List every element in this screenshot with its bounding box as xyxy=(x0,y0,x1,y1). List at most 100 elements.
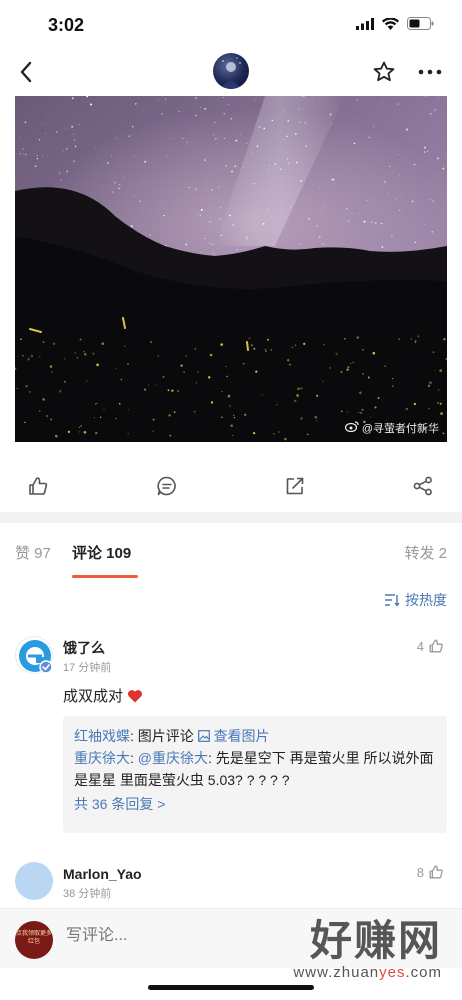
star-dot xyxy=(246,236,248,239)
star-dot xyxy=(414,241,417,244)
author-avatar[interactable] xyxy=(213,53,249,89)
star-dot xyxy=(432,200,434,202)
star-dot xyxy=(287,162,290,165)
favorite-button[interactable] xyxy=(368,56,400,88)
firefly-dot xyxy=(300,417,303,420)
view-image-link[interactable]: 查看图片 xyxy=(197,728,270,744)
sort-button[interactable]: 按热度 xyxy=(384,590,447,610)
star-dot xyxy=(19,153,21,155)
star-dot xyxy=(399,209,401,211)
tab-likes[interactable]: 赞 97 xyxy=(15,542,51,563)
post-image[interactable]: @寻萤者付新华 xyxy=(15,96,447,442)
star-dot xyxy=(262,222,265,225)
comment-author[interactable]: Marlon_Yao xyxy=(63,866,142,882)
star-dot xyxy=(231,170,233,173)
star-dot xyxy=(287,119,290,122)
like-button[interactable] xyxy=(24,472,52,500)
tab-reposts[interactable]: 转发 2 xyxy=(404,542,447,563)
more-replies-link[interactable]: 共 36 条回复 > xyxy=(74,793,436,815)
avatar[interactable] xyxy=(15,636,53,674)
more-button[interactable] xyxy=(414,56,446,88)
repost-icon xyxy=(286,477,304,495)
comment-input[interactable] xyxy=(66,927,236,945)
star-dot xyxy=(100,185,103,187)
firefly-dot xyxy=(410,338,413,340)
star-dot xyxy=(204,107,207,110)
repost-button[interactable] xyxy=(281,472,309,500)
firefly-dot xyxy=(171,389,174,392)
star-dot xyxy=(413,163,416,166)
firefly-dot xyxy=(296,394,299,397)
reply-author[interactable]: 红袖戏蝶 xyxy=(74,728,130,744)
star-dot xyxy=(110,155,112,156)
comment-author[interactable]: 饿了么 xyxy=(63,638,105,658)
star-dot xyxy=(327,150,329,151)
star-dot xyxy=(280,168,282,171)
star-dot xyxy=(115,137,117,139)
star-dot xyxy=(165,244,168,247)
tab-comments[interactable]: 评论 109 xyxy=(72,542,131,563)
wifi-icon xyxy=(382,17,399,35)
thumbs-up-icon xyxy=(429,639,443,653)
star-dot xyxy=(141,116,142,118)
star-dot xyxy=(20,137,22,139)
firefly-dot xyxy=(346,410,349,413)
comment-time: 17 分钟前 xyxy=(63,662,112,674)
star-dot xyxy=(45,133,47,135)
firefly-dot xyxy=(359,391,362,395)
back-button[interactable] xyxy=(10,56,42,88)
star-dot xyxy=(366,199,368,202)
star-dot xyxy=(375,222,377,224)
avatar[interactable] xyxy=(15,862,53,900)
firefly-dot xyxy=(273,433,275,435)
star-dot xyxy=(304,122,306,124)
star-dot xyxy=(71,97,74,100)
firefly-dot xyxy=(413,402,417,406)
comment-like-button[interactable]: 4 xyxy=(417,638,444,654)
firefly-dot xyxy=(78,426,80,429)
firefly-dot xyxy=(405,407,408,411)
star-dot xyxy=(78,124,80,125)
star-dot xyxy=(398,154,400,156)
star-dot xyxy=(263,127,265,130)
reply-preview[interactable]: 红袖戏蝶: 图片评论 查看图片 重庆徐大: @重庆徐大: 先是星空下 再是萤火里… xyxy=(63,716,447,833)
firefly-dot xyxy=(21,354,24,357)
star-dot xyxy=(389,165,391,167)
reply-text: : 图片评论 xyxy=(130,728,198,744)
status-bar: 3:02 xyxy=(0,0,462,50)
firefly-dot xyxy=(264,348,267,351)
firefly-dot xyxy=(270,349,273,351)
star-dot xyxy=(133,155,135,157)
firefly-dot xyxy=(79,338,82,341)
firefly-dot xyxy=(220,343,224,346)
star-dot xyxy=(220,218,221,220)
star-dot xyxy=(286,135,288,138)
star-dot xyxy=(217,170,219,172)
firefly-dot xyxy=(152,418,155,421)
comment-button[interactable] xyxy=(153,472,181,500)
comment-like-button[interactable]: 8 xyxy=(417,864,444,880)
firefly-dot xyxy=(93,417,95,419)
firefly-dot xyxy=(149,340,153,344)
star-dot xyxy=(332,178,335,181)
star-dot xyxy=(72,160,75,163)
reply-mention[interactable]: @重庆徐大 xyxy=(138,750,208,766)
nav-bar xyxy=(0,50,462,94)
firefly-dot xyxy=(437,401,439,404)
comment-like-count: 8 xyxy=(416,864,424,880)
star-dot xyxy=(316,225,318,227)
star-dot xyxy=(118,187,120,190)
firefly-dot xyxy=(63,380,66,383)
firefly-dot xyxy=(372,351,376,355)
star-dot xyxy=(220,234,223,237)
star-dot xyxy=(295,161,298,164)
star-dot xyxy=(267,207,269,210)
firefly-dot xyxy=(276,404,278,406)
share-button[interactable] xyxy=(409,472,437,500)
sort-icon xyxy=(385,594,400,607)
star-dot xyxy=(161,113,163,115)
reply-author[interactable]: 重庆徐大 xyxy=(74,750,130,766)
red-packet-button[interactable]: 点我领取更多红包 xyxy=(15,921,53,959)
firefly-dot xyxy=(39,356,41,358)
star-dot xyxy=(203,237,206,240)
